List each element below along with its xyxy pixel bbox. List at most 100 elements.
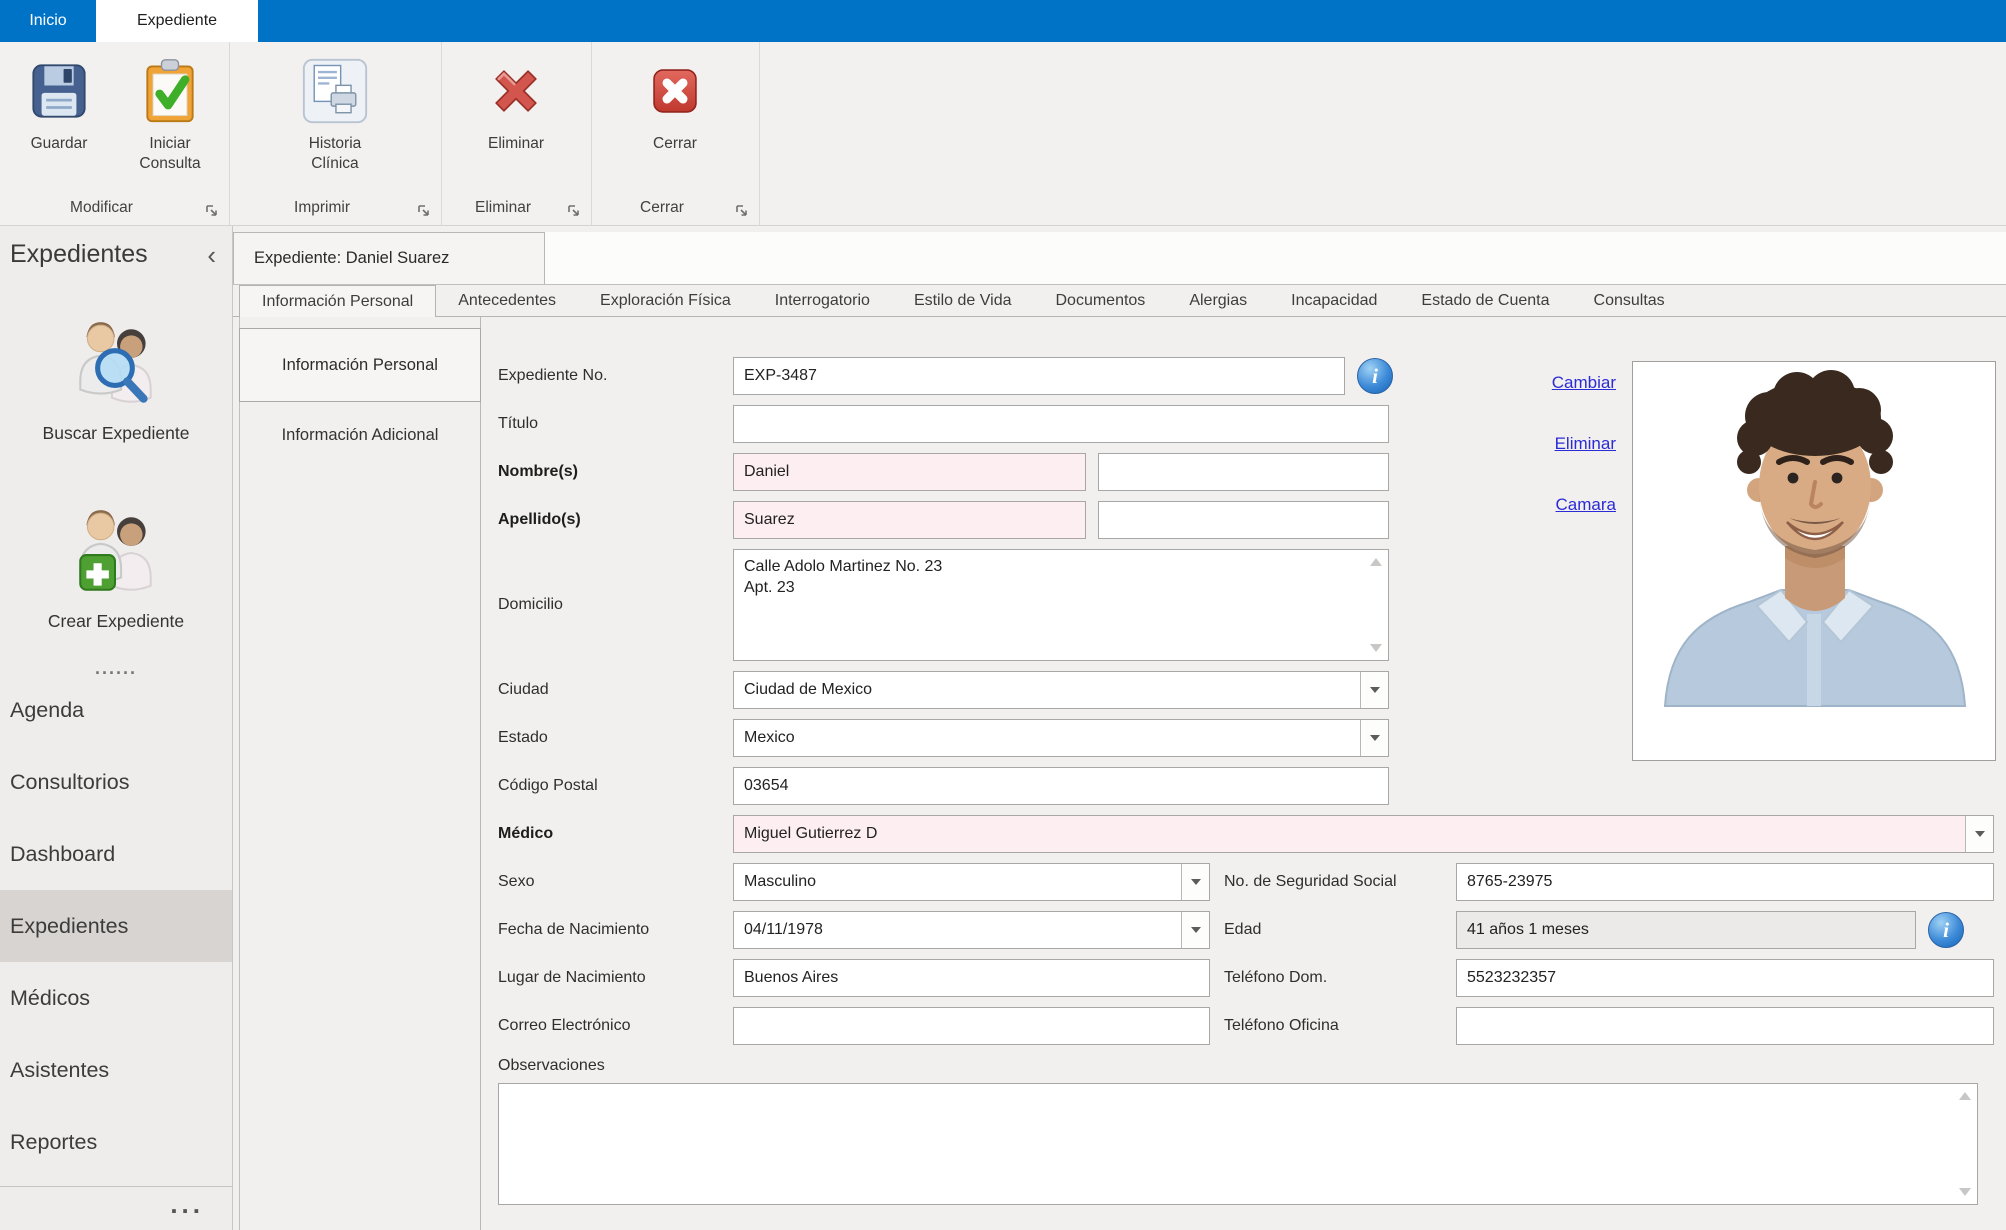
- estado-value: Mexico: [734, 720, 1360, 756]
- dialog-launcher-icon[interactable]: [566, 203, 582, 219]
- iniciar-consulta-button[interactable]: Iniciar Consulta: [118, 54, 222, 174]
- crear-expediente-label: Crear Expediente: [0, 611, 232, 632]
- fecha-nacimiento-picker[interactable]: 04/11/1978: [733, 911, 1210, 949]
- sidebar-item-reportes[interactable]: Reportes: [0, 1106, 232, 1178]
- estado-label: Estado: [498, 729, 733, 747]
- medico-combobox[interactable]: Miguel Gutierrez D: [733, 815, 1994, 853]
- cerrar-label: Cerrar: [653, 134, 697, 154]
- document-tab-row: Expediente: Daniel Suarez: [233, 232, 2006, 285]
- delete-x-icon: [485, 54, 547, 128]
- codigo-postal-input[interactable]: [733, 767, 1389, 805]
- group-title-cerrar: Cerrar: [591, 199, 733, 217]
- eliminar-button[interactable]: Eliminar: [464, 54, 568, 154]
- estado-combobox[interactable]: Mexico: [733, 719, 1389, 757]
- start-consult-icon: [136, 54, 204, 128]
- nombres-input-2[interactable]: [1098, 453, 1389, 491]
- tab-estado-de-cuenta[interactable]: Estado de Cuenta: [1399, 285, 1571, 316]
- correo-input[interactable]: [733, 1007, 1210, 1045]
- lugar-nacimiento-label: Lugar de Nacimiento: [498, 969, 733, 987]
- info-icon[interactable]: i: [1357, 358, 1393, 394]
- sidebar-item-agenda[interactable]: Agenda: [0, 674, 232, 746]
- scroll-up-icon[interactable]: [1959, 1092, 1971, 1100]
- ribbon-tab-expediente[interactable]: Expediente: [96, 0, 258, 42]
- historia-clinica-button[interactable]: Historia Clínica: [283, 54, 387, 174]
- nombres-label: Nombre(s): [498, 463, 733, 481]
- telefono-oficina-input[interactable]: [1456, 1007, 1994, 1045]
- apellidos-input-2[interactable]: [1098, 501, 1389, 539]
- app-window: Inicio Expediente: [0, 0, 2006, 1230]
- domicilio-textarea[interactable]: Calle Adolo Martinez No. 23 Apt. 23: [733, 549, 1389, 661]
- sidebar-item-dashboard[interactable]: Dashboard: [0, 818, 232, 890]
- dialog-launcher-icon[interactable]: [734, 203, 750, 219]
- scroll-down-icon[interactable]: [1370, 644, 1382, 652]
- buscar-expediente-action[interactable]: Buscar Expediente: [0, 316, 232, 444]
- subtab-informacion-personal[interactable]: Información Personal: [239, 328, 481, 402]
- telefono-dom-input[interactable]: [1456, 959, 1994, 997]
- info-icon[interactable]: i: [1928, 912, 1964, 948]
- ribbon-tab-inicio[interactable]: Inicio: [0, 0, 96, 42]
- observaciones-textarea[interactable]: [498, 1083, 1978, 1205]
- sidebar-item-medicos[interactable]: Médicos: [0, 962, 232, 1034]
- tab-exploracion-fisica[interactable]: Exploración Física: [578, 285, 753, 316]
- subtab-column: Información Personal Información Adicion…: [239, 317, 481, 1230]
- expediente-no-input[interactable]: [733, 357, 1345, 395]
- crear-expediente-action[interactable]: Crear Expediente: [0, 504, 232, 632]
- close-icon: [646, 54, 704, 128]
- dropdown-arrow-icon[interactable]: [1360, 672, 1388, 708]
- sidebar-nav: Agenda Consultorios Dashboard Expediente…: [0, 674, 232, 1178]
- sidebar-item-consultorios[interactable]: Consultorios: [0, 746, 232, 818]
- fecha-nacimiento-value: 04/11/1978: [734, 912, 1181, 948]
- telefono-dom-label: Teléfono Dom.: [1210, 969, 1456, 987]
- search-people-icon: [67, 401, 165, 418]
- nombres-input[interactable]: [733, 453, 1086, 491]
- sidebar-item-expedientes[interactable]: Expedientes: [0, 890, 232, 962]
- patient-photo: [1632, 361, 1996, 761]
- dropdown-arrow-icon[interactable]: [1965, 816, 1993, 852]
- scroll-up-icon[interactable]: [1370, 558, 1382, 566]
- ciudad-combobox[interactable]: Ciudad de Mexico: [733, 671, 1389, 709]
- cerrar-button[interactable]: Cerrar: [623, 54, 727, 154]
- tab-consultas[interactable]: Consultas: [1572, 285, 1687, 316]
- dropdown-arrow-icon[interactable]: [1181, 864, 1209, 900]
- tab-alergias[interactable]: Alergias: [1167, 285, 1269, 316]
- scroll-down-icon[interactable]: [1959, 1188, 1971, 1196]
- guardar-button[interactable]: Guardar: [7, 54, 111, 154]
- ribbon-group-eliminar: Eliminar Eliminar: [441, 42, 592, 225]
- sidebar-title: Expedientes: [10, 240, 148, 269]
- dropdown-arrow-icon[interactable]: [1360, 720, 1388, 756]
- sidebar-item-asistentes[interactable]: Asistentes: [0, 1034, 232, 1106]
- correo-label: Correo Electrónico: [498, 1017, 733, 1035]
- overflow-ellipsis-icon[interactable]: ...: [170, 1195, 204, 1213]
- dialog-launcher-icon[interactable]: [204, 203, 220, 219]
- eliminar-photo-link[interactable]: Eliminar: [1555, 434, 1616, 454]
- cambiar-photo-link[interactable]: Cambiar: [1552, 373, 1616, 393]
- apellidos-input[interactable]: [733, 501, 1086, 539]
- tab-estilo-de-vida[interactable]: Estilo de Vida: [892, 285, 1034, 316]
- document-tab[interactable]: Expediente: Daniel Suarez: [233, 232, 545, 284]
- sexo-combobox[interactable]: Masculino: [733, 863, 1210, 901]
- tab-antecedentes[interactable]: Antecedentes: [436, 285, 578, 316]
- sexo-value: Masculino: [734, 864, 1181, 900]
- lugar-nacimiento-input[interactable]: [733, 959, 1210, 997]
- main-area: Expediente: Daniel Suarez Información Pe…: [233, 226, 2006, 1230]
- sexo-label: Sexo: [498, 873, 733, 891]
- medico-label: Médico: [498, 825, 733, 843]
- dialog-launcher-icon[interactable]: [416, 203, 432, 219]
- photo-zone: Cambiar Eliminar Camara: [1520, 361, 1996, 761]
- seguridad-social-input[interactable]: [1456, 863, 1994, 901]
- tab-interrogatorio[interactable]: Interrogatorio: [753, 285, 892, 316]
- tab-informacion-personal[interactable]: Información Personal: [239, 285, 436, 317]
- dropdown-arrow-icon[interactable]: [1181, 912, 1209, 948]
- ciudad-value: Ciudad de Mexico: [734, 672, 1360, 708]
- collapse-chevron-icon[interactable]: ‹: [201, 245, 222, 265]
- content-panel: Información Personal Información Adicion…: [233, 317, 2006, 1230]
- ribbon-group-modificar: Guardar Iniciar Consulta Modifica: [0, 42, 230, 225]
- camara-link[interactable]: Camara: [1556, 495, 1616, 515]
- subtab-informacion-adicional[interactable]: Información Adicional: [240, 426, 480, 445]
- titulo-input[interactable]: [733, 405, 1389, 443]
- tab-incapacidad[interactable]: Incapacidad: [1269, 285, 1399, 316]
- tab-documentos[interactable]: Documentos: [1033, 285, 1167, 316]
- edad-input: [1456, 911, 1916, 949]
- historia-clinica-label: Historia Clínica: [287, 134, 383, 174]
- sidebar: Expedientes ‹ Buscar Expe: [0, 226, 233, 1230]
